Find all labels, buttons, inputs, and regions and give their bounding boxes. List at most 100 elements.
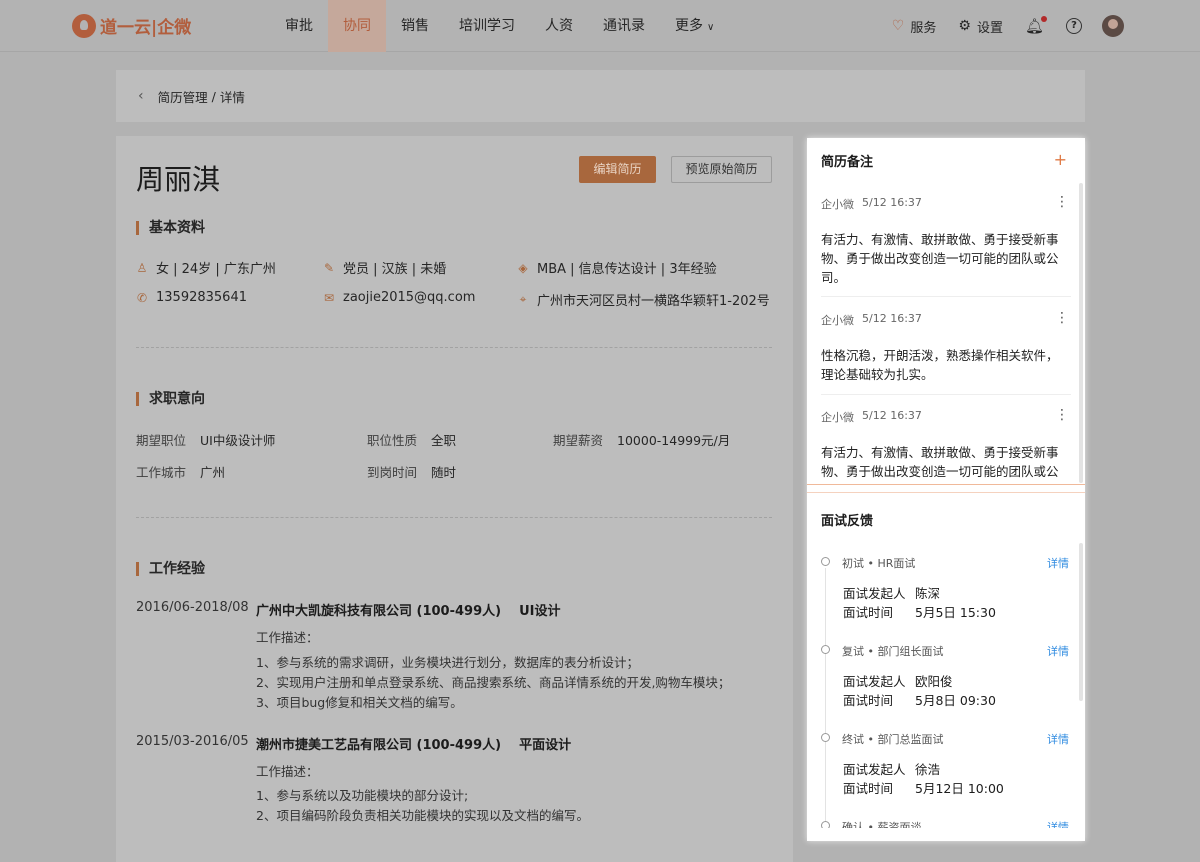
time-label: 面试时间 [843, 693, 894, 708]
feedback-detail-link[interactable]: 详情 [1047, 819, 1069, 828]
time-label: 面试时间 [843, 605, 894, 620]
candidate-name: 周丽淇 [136, 163, 221, 196]
more-vertical-icon[interactable]: ⋮ [1055, 407, 1069, 423]
service-button[interactable]: ♡ 服务 [892, 17, 937, 36]
intent-type-label: 职位性质 [367, 433, 418, 448]
intent-type-value: 全职 [431, 433, 457, 448]
initiator-value: 陈深 [915, 586, 941, 601]
note-text: 有活力、有激情、敢拼敢做、勇于接受新事物、勇于做出改变创造一切可能的团队或公司。 [821, 232, 1059, 285]
nav-item-training[interactable]: 培训学习 [444, 0, 530, 52]
basic-address: ⌖ 广州市天河区员村一横路华颖轩1-202号 [517, 290, 770, 309]
note-meta: 企小微 5/12 16:37 [821, 312, 1069, 328]
feedback-time: 面试时间 5月12日 10:00 [843, 778, 1004, 797]
more-vertical-icon[interactable]: ⋮ [1055, 310, 1069, 326]
time-value: 5月5日 15:30 [915, 605, 996, 620]
settings-label: 设置 [976, 20, 1003, 36]
panel-divider [807, 484, 1085, 485]
chevron-down-icon: ∨ [707, 22, 715, 33]
bell-icon: 🔔︎ [1025, 16, 1047, 35]
work-exp-title: 工作经验 [136, 562, 205, 576]
intent-salary: 期望薪资 10000-14999元/月 [553, 430, 730, 449]
exp-desc-line: 2、项目编码阶段负责相关功能模块的实现以及文档的编写。 [256, 808, 589, 823]
exp-company: 潮州市捷美工艺品有限公司 (100-499人) 平面设计 [256, 734, 571, 753]
intent-salary-value: 10000-14999元/月 [617, 433, 731, 448]
note-author: 企小微 [821, 411, 854, 424]
notes-scrollbar[interactable] [1079, 183, 1083, 483]
basic-party: ✎ 党员 | 汉族 | 未婚 [323, 258, 447, 278]
edit-resume-button[interactable]: 编辑简历 [579, 156, 656, 183]
exp-company-name: 潮州市捷美工艺品有限公司 (100-499人) [256, 738, 502, 753]
intent-city: 工作城市 广州 [136, 462, 225, 481]
nav-item-approval[interactable]: 审批 [270, 0, 328, 52]
edit-icon: ✎ [323, 260, 335, 275]
brand-logo-icon [72, 13, 96, 38]
initiator-label: 面试发起人 [843, 762, 906, 777]
basic-address-text: 广州市天河区员村一横路华颖轩1-202号 [537, 294, 770, 309]
intent-position-label: 期望职位 [136, 433, 187, 448]
note-item: 企小微 5/12 16:37 ⋮ 有活力、有激情、敢拼敢做、勇于接受新事物、勇于做… [821, 407, 1069, 482]
exp-desc-line: 3、项目bug修复和相关文档的编写。 [256, 695, 463, 710]
note-divider [821, 296, 1071, 297]
feedback-initiator: 面试发起人 陈深 [843, 583, 940, 602]
settings-button[interactable]: ⚙ 设置 [958, 17, 1003, 36]
nav-item-sales[interactable]: 销售 [386, 0, 444, 52]
brand-name: 道一云|企微 [100, 18, 192, 38]
tag-icon: ◈ [518, 260, 528, 275]
feedback-list: 初试 • HR面试 详情 面试发起人 陈深 面试时间 5月5日 15:30 复试 •… [807, 548, 1085, 828]
exp-period: 2016/06-2018/08 [136, 600, 249, 615]
section-divider [136, 347, 772, 348]
side-panel: 简历备注 + 企小微 5/12 16:37 ⋮ 有活力、有激情、敢拼敢做、勇于接受… [807, 138, 1085, 841]
help-button[interactable]: ? [1066, 18, 1082, 34]
note-time: 5/12 16:37 [862, 312, 922, 325]
basic-email-text: zaojie2015@qq.com [343, 290, 476, 305]
add-note-icon[interactable]: + [1054, 150, 1067, 169]
back-chevron-icon[interactable]: ‹ [138, 88, 144, 104]
basic-gender-age-place-text: 女 | 24岁 | 广东广州 [156, 262, 276, 277]
basic-email: ✉ zaojie2015@qq.com [323, 290, 475, 305]
note-text: 有活力、有激情、敢拼敢做、勇于接受新事物、勇于做出改变创造一切可能的团队或公司。 [821, 445, 1059, 479]
feedback-initiator: 面试发起人 徐浩 [843, 759, 940, 778]
top-navbar: 道一云|企微 审批 协同 销售 培训学习 人资 通讯录 更多 ∨ ♡ 服务 ⚙ 设置 … [0, 0, 1200, 52]
brand-logo[interactable]: 道一云|企微 [72, 13, 191, 38]
feedback-stage: 初试 • HR面试 [842, 557, 916, 570]
exp-desc-line: 2、实现用户注册和单点登录系统、商品搜索系统、商品详情系统的开发,购物车模块； [256, 675, 731, 690]
exp-desc-line: 1、参与系统以及功能模块的部分设计; [256, 788, 469, 803]
exp-desc-label: 工作描述： [256, 630, 319, 645]
avatar[interactable] [1102, 15, 1124, 37]
exp-desc-line: 1、参与系统的需求调研，业务模块进行划分，数据库的表分析设计； [256, 655, 639, 670]
notification-dot [1041, 16, 1047, 22]
basic-info-title: 基本资料 [136, 221, 205, 235]
nav-item-collab[interactable]: 协同 [328, 0, 386, 52]
intent-city-label: 工作城市 [136, 465, 187, 480]
nav-item-contacts[interactable]: 通讯录 [588, 0, 660, 52]
feedback-time: 面试时间 5月8日 09:30 [843, 690, 996, 709]
feedback-detail-link[interactable]: 详情 [1047, 643, 1069, 659]
basic-phone-text: 13592835641 [156, 290, 247, 305]
time-value: 5月8日 09:30 [915, 693, 996, 708]
feedback-title: 面试反馈 [821, 514, 874, 529]
feedback-stage: 复试 • 部门组长面试 [842, 645, 944, 658]
header-tools: ♡ 服务 ⚙ 设置 🔔︎ ? [870, 0, 1124, 52]
feedback-scrollbar[interactable] [1079, 543, 1083, 701]
more-vertical-icon[interactable]: ⋮ [1055, 194, 1069, 210]
nav-item-more[interactable]: 更多 ∨ [660, 0, 729, 52]
phone-icon: ✆ [136, 290, 148, 305]
basic-party-text: 党员 | 汉族 | 未婚 [343, 262, 447, 277]
preview-resume-button[interactable]: 预览原始简历 [671, 156, 772, 183]
breadcrumb-parent[interactable]: 简历管理 [158, 87, 208, 106]
notification-button[interactable]: 🔔︎ [1025, 16, 1047, 35]
note-time: 5/12 16:37 [862, 409, 922, 422]
note-author: 企小微 [821, 314, 854, 327]
feedback-stage: 终试 • 部门总监面试 [842, 733, 944, 746]
basic-education: ◈ MBA | 信息传达设计 | 3年经验 [517, 258, 716, 278]
feedback-detail-link[interactable]: 详情 [1047, 555, 1069, 571]
initiator-value: 徐浩 [915, 762, 941, 777]
breadcrumb-sep: / [211, 88, 216, 104]
nav-more-label: 更多 [675, 18, 703, 34]
exp-role: 平面设计 [519, 738, 572, 753]
intent-type: 职位性质 全职 [367, 430, 456, 449]
intent-position: 期望职位 UI中级设计师 [136, 430, 275, 449]
nav-item-hr[interactable]: 人资 [530, 0, 588, 52]
feedback-detail-link[interactable]: 详情 [1047, 731, 1069, 747]
feedback-stage: 确认 • 薪资面谈 [842, 821, 922, 828]
